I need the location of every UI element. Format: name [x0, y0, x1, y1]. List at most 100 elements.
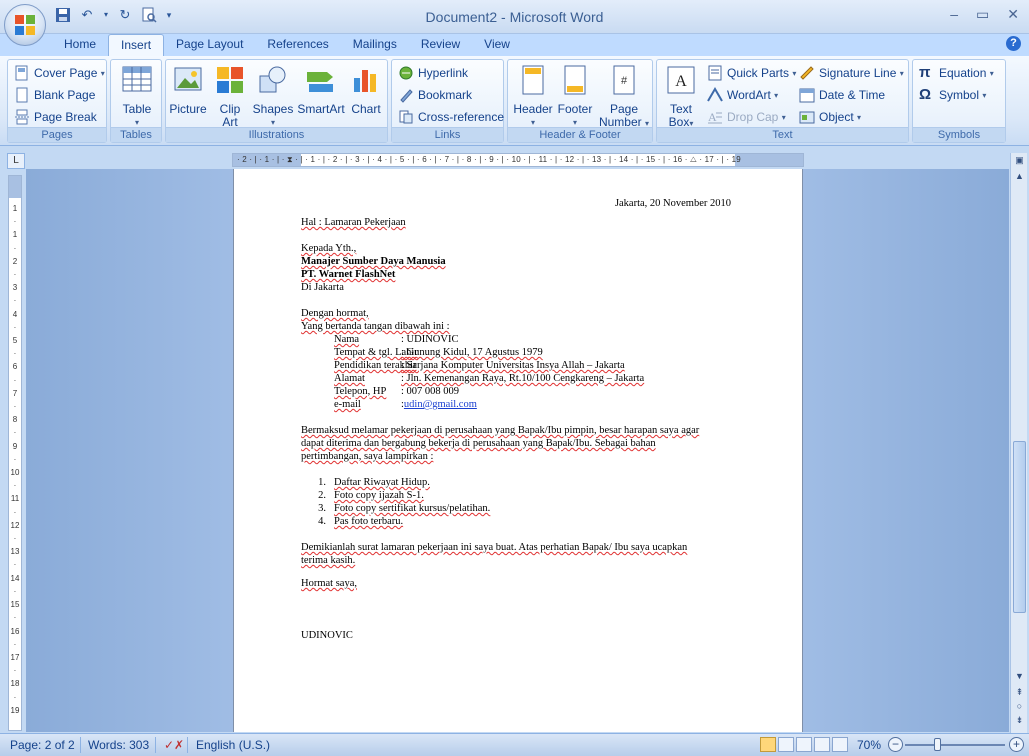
list-item: 3. Foto copy sertifikat kursus/pelatihan.: [318, 503, 491, 514]
blank-page-icon: [16, 87, 28, 103]
document-body[interactable]: Jakarta, 20 November 2010 Hal : Lamaran …: [301, 197, 731, 642]
tab-page-layout[interactable]: Page Layout: [164, 34, 255, 56]
tab-mailings[interactable]: Mailings: [341, 34, 409, 56]
tab-view[interactable]: View: [472, 34, 522, 56]
next-page-icon[interactable]: ⇟: [1011, 715, 1028, 729]
ruler-toggle-icon[interactable]: ▣: [1011, 155, 1028, 169]
header-icon: [522, 65, 544, 95]
draft-view-icon[interactable]: [832, 737, 848, 752]
vertical-ruler-tick: 3: [12, 283, 18, 293]
scroll-thumb[interactable]: [1013, 441, 1026, 613]
cross-reference-button[interactable]: Cross-reference: [398, 107, 504, 127]
wordart-button[interactable]: WordArt ▾: [707, 85, 778, 105]
page-break-button[interactable]: Page Break: [14, 107, 97, 127]
quick-parts-button[interactable]: Quick Parts ▾: [707, 63, 796, 83]
zoom-in-icon[interactable]: +: [1009, 737, 1024, 752]
table-icon: [122, 66, 152, 92]
tab-selector[interactable]: L: [7, 153, 25, 169]
horizontal-ruler-ticks: · 2 · | · 1 · | · ⧗ · | · 1 · | · 2 · | …: [237, 155, 741, 164]
email-link[interactable]: udin@gmail.com: [404, 398, 477, 411]
help-icon[interactable]: ?: [1006, 36, 1021, 51]
window-controls: – ▭ ✕: [950, 6, 1019, 23]
zoom-slider[interactable]: [905, 744, 1005, 746]
print-layout-view-icon[interactable]: [760, 737, 776, 752]
text-group-label: Text: [657, 127, 908, 142]
vertical-scrollbar[interactable]: ▣ ▲ ▼ ⇞ ○ ⇟: [1010, 153, 1027, 733]
hyperlink-icon: [399, 66, 413, 80]
smartart-button[interactable]: SmartArt: [296, 64, 346, 116]
cover-page-button[interactable]: Cover Page ▾: [14, 63, 105, 83]
date-time-button[interactable]: Date & Time: [799, 85, 885, 105]
tab-home[interactable]: Home: [52, 34, 108, 56]
shapes-icon: [259, 66, 286, 93]
close-icon[interactable]: ✕: [1007, 6, 1019, 23]
pages-group: Cover Page ▾ Blank Page Page Break Pages: [7, 59, 107, 143]
chart-button[interactable]: Chart: [346, 64, 386, 116]
picture-button[interactable]: Picture: [168, 64, 208, 116]
vertical-ruler-tick: ·: [13, 481, 17, 491]
tab-references[interactable]: References: [255, 34, 340, 56]
web-layout-view-icon[interactable]: [796, 737, 812, 752]
restore-icon[interactable]: ▭: [976, 6, 989, 23]
signature-line-button[interactable]: Signature Line ▾: [799, 63, 904, 83]
drop-cap-button[interactable]: A Drop Cap ▾: [707, 107, 786, 127]
word-count[interactable]: Words: 303: [88, 738, 149, 752]
closing-line: terima kasih.: [301, 555, 356, 566]
full-screen-reading-view-icon[interactable]: [778, 737, 794, 752]
footer-button[interactable]: Footer ▾: [554, 64, 596, 129]
vertical-ruler-tick: 14: [10, 573, 20, 583]
tables-group-label: Tables: [111, 127, 161, 142]
table-button[interactable]: Table ▾: [117, 64, 157, 129]
select-browse-object-icon[interactable]: ○: [1011, 701, 1028, 715]
tab-review[interactable]: Review: [409, 34, 472, 56]
outline-view-icon[interactable]: [814, 737, 830, 752]
equation-button[interactable]: π Equation ▾: [919, 63, 994, 83]
clip-art-icon: [217, 67, 243, 93]
clip-art-button[interactable]: Clip Art: [210, 64, 250, 129]
horizontal-ruler[interactable]: · 2 · | · 1 · | · ⧗ · | · 1 · | · 2 · | …: [232, 153, 804, 167]
symbols-group: π Equation ▾ Ω Symbol ▾ Symbols: [912, 59, 1006, 143]
vertical-ruler-tick: 6: [12, 362, 18, 372]
cross-reference-icon: [399, 110, 413, 124]
page-number-icon: #: [613, 65, 635, 95]
field-row: Nama: UDINOVIC: [334, 334, 459, 345]
tab-insert[interactable]: Insert: [108, 34, 165, 56]
header-button[interactable]: Header ▾: [512, 64, 554, 129]
hyperlink-button[interactable]: Hyperlink: [398, 63, 468, 83]
proofing-icon[interactable]: ✓✗: [164, 738, 184, 752]
vertical-ruler-tick: ·: [13, 296, 17, 306]
bookmark-button[interactable]: Bookmark: [398, 85, 472, 105]
vertical-ruler-tick: ·: [13, 349, 17, 359]
page-count[interactable]: Page: 2 of 2: [10, 738, 75, 752]
previous-page-icon[interactable]: ⇞: [1011, 687, 1028, 701]
field-row: Telepon, HP: 007 008 009: [334, 386, 460, 397]
chart-icon: [354, 70, 376, 92]
vertical-ruler-tick: ·: [13, 402, 17, 412]
object-button[interactable]: Object ▾: [799, 107, 861, 127]
vertical-ruler-tick: 10: [10, 468, 20, 478]
wordart-icon: [707, 87, 723, 102]
vertical-ruler-tick: 2: [12, 256, 18, 266]
text-box-button[interactable]: A Text Box▾: [661, 64, 701, 130]
shapes-button[interactable]: Shapes ▾: [250, 64, 296, 129]
vertical-ruler[interactable]: 1 · 1 · 2 · 3 · 4 · 5 · 6 · 7 · 8 · 9 · 10 · 11 · 12 · 13 · 14 · 15 · 16…: [8, 175, 22, 731]
page-number-button[interactable]: # Page Number ▾: [598, 64, 650, 130]
blank-page-button[interactable]: Blank Page: [14, 85, 95, 105]
minimize-icon[interactable]: –: [950, 6, 958, 23]
language[interactable]: English (U.S.): [196, 738, 270, 752]
list-item: 2. Foto copy ijazah S-1.: [318, 490, 424, 501]
svg-text:#: #: [621, 75, 628, 87]
zoom-slider-thumb[interactable]: [934, 738, 941, 751]
office-button[interactable]: [4, 4, 46, 46]
scroll-down-icon[interactable]: ▼: [1011, 671, 1028, 685]
vertical-ruler-tick: 17: [10, 652, 20, 662]
zoom-level[interactable]: 70%: [857, 738, 881, 752]
symbol-button[interactable]: Ω Symbol ▾: [919, 85, 986, 105]
vertical-ruler-tick: ·: [13, 666, 17, 676]
footer-icon: [564, 65, 586, 95]
document-page[interactable]: Jakarta, 20 November 2010 Hal : Lamaran …: [233, 169, 803, 732]
scroll-up-icon[interactable]: ▲: [1011, 171, 1028, 185]
window-title: Document2 - Microsoft Word: [425, 9, 604, 25]
zoom-out-icon[interactable]: −: [888, 737, 903, 752]
office-logo-icon: [15, 15, 35, 35]
